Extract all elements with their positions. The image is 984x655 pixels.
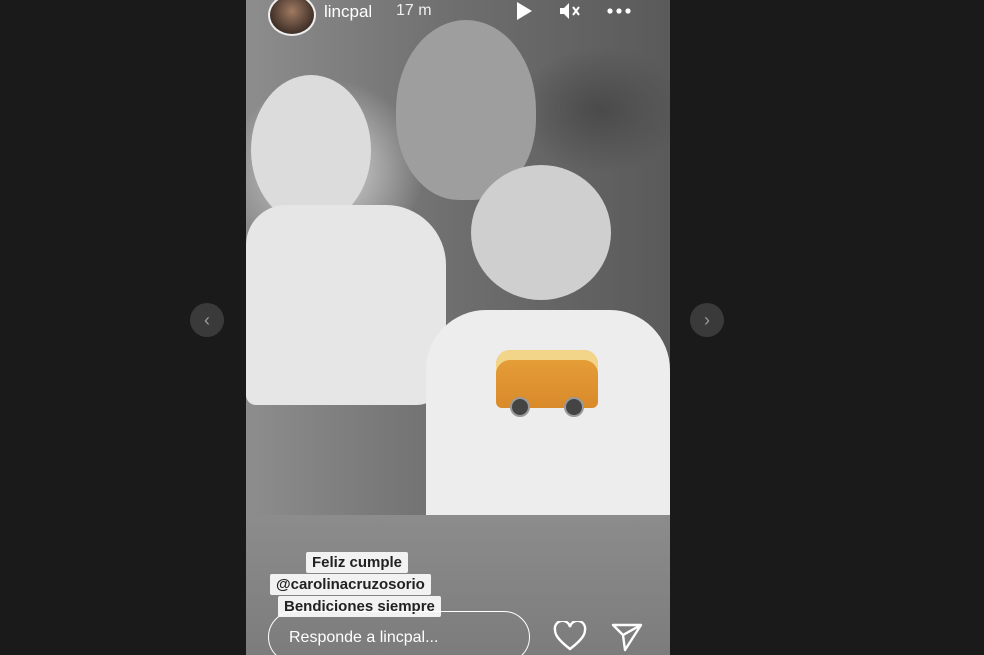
reply-input[interactable] <box>287 626 511 650</box>
story-viewer: lincpal 17 m Feliz cumple @carolinacruzo… <box>246 0 670 655</box>
story-photo <box>246 0 670 515</box>
story-username[interactable]: lincpal <box>324 2 372 22</box>
shirt-van-print <box>496 350 598 417</box>
speaker-muted-icon[interactable] <box>558 0 582 27</box>
story-header: lincpal 17 m <box>246 0 670 36</box>
reply-field[interactable] <box>268 611 530 655</box>
photo-figure-boy-shirt <box>426 310 670 515</box>
play-icon[interactable] <box>514 0 534 27</box>
heart-icon[interactable] <box>553 619 587 655</box>
story-caption: Feliz cumple @carolinacruzosorio Bendici… <box>270 552 441 618</box>
chevron-right-icon: › <box>704 310 710 330</box>
photo-figure-baby-head <box>251 75 371 225</box>
previous-story-button[interactable]: ‹ <box>190 303 224 337</box>
profile-avatar[interactable] <box>268 0 316 36</box>
next-story-button[interactable]: › <box>690 303 724 337</box>
photo-figure-baby-body <box>246 205 446 405</box>
chevron-left-icon: ‹ <box>204 310 210 330</box>
more-dots-icon[interactable] <box>606 0 632 27</box>
photo-figure-boy-head <box>471 165 611 300</box>
caption-line: Feliz cumple <box>306 552 409 573</box>
paper-plane-icon[interactable] <box>611 622 643 655</box>
caption-mention[interactable]: @carolinacruzosorio <box>270 574 431 595</box>
story-timestamp: 17 m <box>396 2 432 19</box>
